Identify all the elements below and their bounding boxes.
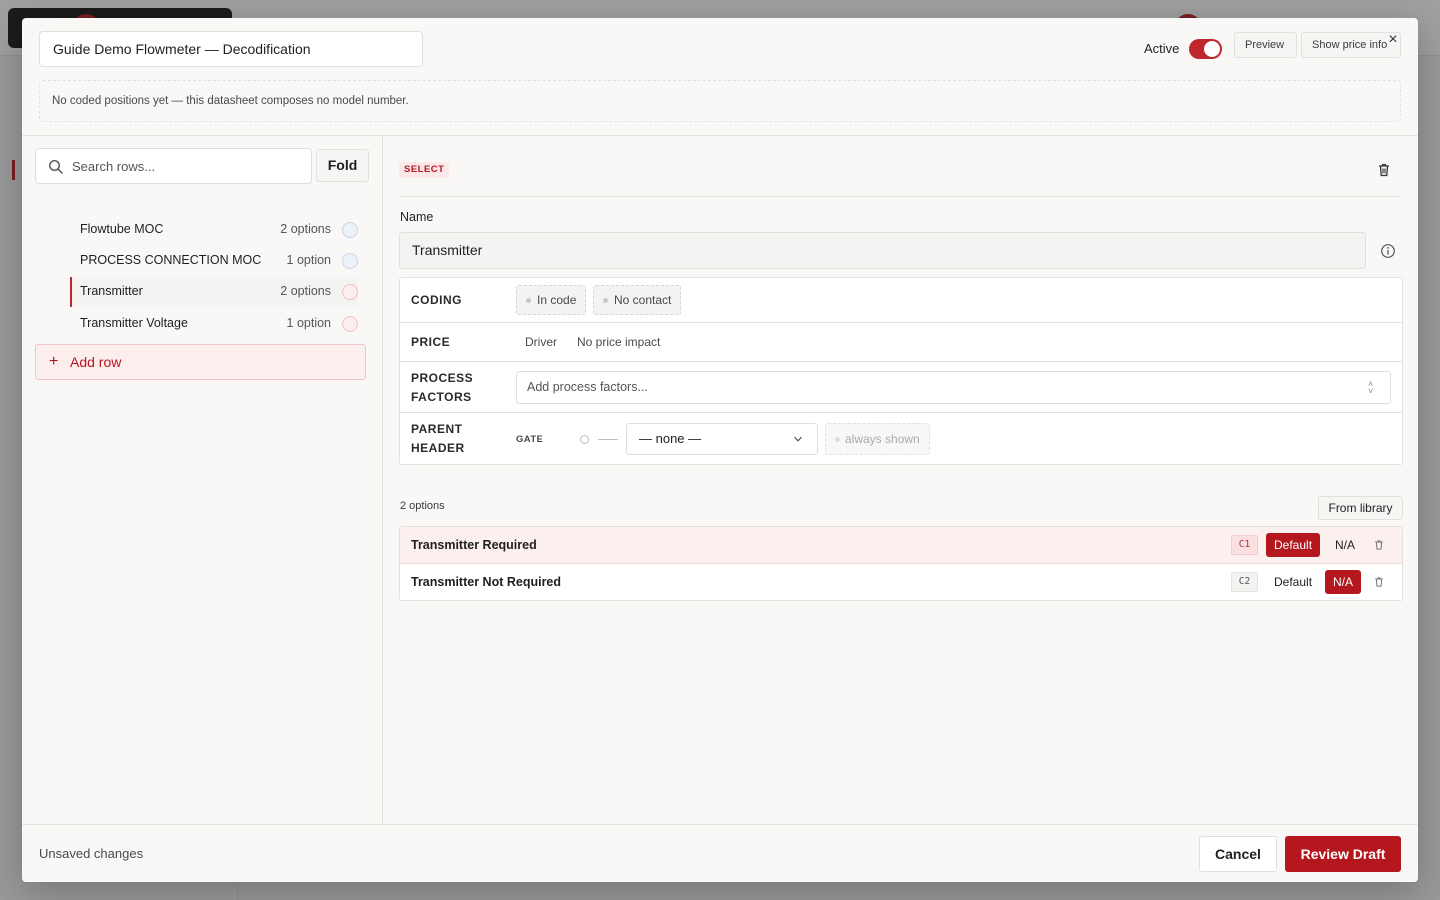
info-icon[interactable]	[1380, 243, 1396, 259]
add-row-label: Add row	[70, 354, 122, 370]
add-row-button[interactable]: + Add row	[35, 344, 366, 380]
close-icon[interactable]: ×	[1385, 32, 1401, 48]
row-option-count: 2 options	[280, 284, 331, 298]
from-library-button[interactable]: From library	[1318, 496, 1403, 520]
option-row-transmitter-not-required[interactable]: Transmitter Not Required C2 Default N/A	[400, 564, 1402, 600]
search-rows-input[interactable]	[72, 149, 308, 183]
row-label: Flowtube MOC	[80, 222, 164, 236]
row-option-count: 1 option	[286, 253, 331, 267]
trash-icon[interactable]	[1373, 539, 1385, 551]
fold-button[interactable]: Fold	[316, 149, 369, 182]
coding-key: CODING	[411, 293, 462, 307]
cancel-button[interactable]: Cancel	[1199, 836, 1277, 872]
row-item-flowtube-moc[interactable]: Flowtube MOC 2 options	[70, 215, 358, 245]
parent-header-value: — none —	[639, 431, 702, 446]
unsaved-status: Unsaved changes	[39, 846, 144, 861]
gate-radio-icon[interactable]	[580, 435, 589, 444]
na-toggle-button[interactable]: N/A	[1327, 533, 1363, 557]
active-toggle[interactable]	[1189, 39, 1222, 59]
decodification-dialog: Guide Demo Flowmeter — Decodification Ac…	[22, 18, 1418, 882]
trash-icon[interactable]	[1373, 576, 1385, 588]
price-row: PRICE Driver No price impact	[400, 323, 1402, 362]
trash-icon[interactable]	[1376, 162, 1392, 178]
name-label: Name	[400, 210, 434, 224]
row-detail-panel: SELECT Name Transmitter CODING In code N…	[384, 136, 1418, 824]
default-toggle-button[interactable]: Default	[1266, 570, 1320, 594]
na-toggle-button[interactable]: N/A	[1325, 570, 1362, 594]
gate-label: GATE	[516, 434, 544, 445]
row-option-count: 1 option	[286, 316, 331, 330]
default-toggle-button[interactable]: Default	[1266, 533, 1321, 557]
row-type-badge: SELECT	[399, 162, 450, 178]
row-item-transmitter-voltage[interactable]: Transmitter Voltage 1 option	[70, 309, 358, 339]
gate-connector	[598, 439, 618, 440]
chevron-updown-icon: ˄ ˅	[1368, 379, 1374, 396]
no-contact-chip[interactable]: No contact	[593, 285, 682, 315]
row-label: PROCESS CONNECTION MOC	[80, 253, 262, 267]
option-code: C1	[1231, 535, 1258, 555]
price-key: PRICE	[411, 335, 451, 349]
link-icon[interactable]	[342, 316, 358, 332]
process-factors-key: PROCESS FACTORS	[411, 371, 474, 404]
row-name-field[interactable]: Transmitter	[399, 232, 1366, 269]
no-coded-positions-notice: No coded positions yet — this datasheet …	[39, 80, 1401, 122]
preview-button[interactable]: Preview	[1234, 32, 1297, 58]
rows-panel: Fold Flowtube MOC 2 options PROCESS CONN…	[22, 136, 383, 824]
search-rows-box[interactable]	[35, 148, 312, 184]
coding-row: CODING In code No contact	[400, 278, 1402, 323]
row-item-process-connection-moc[interactable]: PROCESS CONNECTION MOC 1 option	[70, 246, 358, 276]
process-factors-row: PROCESS FACTORS Add process factors... ˄…	[400, 362, 1402, 413]
row-option-count: 2 options	[280, 222, 331, 236]
row-properties-table: CODING In code No contact PRICE Driver N…	[399, 277, 1403, 465]
price-impact-value[interactable]: No price impact	[577, 335, 660, 349]
option-code: C2	[1231, 572, 1258, 592]
search-icon	[48, 159, 63, 174]
dialog-footer: Unsaved changes Cancel Review Draft	[22, 824, 1418, 882]
row-item-transmitter[interactable]: Transmitter 2 options	[70, 277, 358, 307]
active-label: Active	[1144, 41, 1180, 56]
option-row-transmitter-required[interactable]: Transmitter Required C1 Default N/A	[400, 527, 1402, 564]
option-name[interactable]: Transmitter Required	[411, 538, 537, 552]
chevron-down-icon	[794, 436, 802, 442]
divider	[399, 196, 1401, 197]
review-draft-button[interactable]: Review Draft	[1285, 836, 1401, 872]
parent-header-select[interactable]: — none —	[626, 423, 818, 455]
process-factors-select[interactable]: Add process factors... ˄ ˅	[516, 371, 1391, 404]
link-icon[interactable]	[342, 253, 358, 269]
option-name[interactable]: Transmitter Not Required	[411, 575, 561, 589]
datasheet-title-field[interactable]: Guide Demo Flowmeter — Decodification	[39, 31, 423, 67]
row-label: Transmitter Voltage	[80, 316, 188, 330]
always-shown-chip: always shown	[825, 423, 930, 455]
parent-header-key: PARENT HEADER	[411, 422, 465, 455]
dialog-header: Guide Demo Flowmeter — Decodification Ac…	[22, 18, 1418, 136]
row-label: Transmitter	[80, 284, 143, 298]
options-list: Transmitter Required C1 Default N/A Tran…	[399, 526, 1403, 601]
parent-header-row: PARENT HEADER GATE — none — always shown	[400, 413, 1402, 464]
in-code-chip[interactable]: In code	[516, 285, 587, 315]
options-count: 2 options	[400, 500, 445, 512]
link-icon[interactable]	[342, 284, 358, 300]
price-driver-label[interactable]: Driver	[525, 335, 557, 349]
process-factors-placeholder: Add process factors...	[527, 380, 648, 394]
link-icon[interactable]	[342, 222, 358, 238]
toggle-knob	[1204, 41, 1220, 57]
plus-icon: +	[49, 353, 59, 370]
